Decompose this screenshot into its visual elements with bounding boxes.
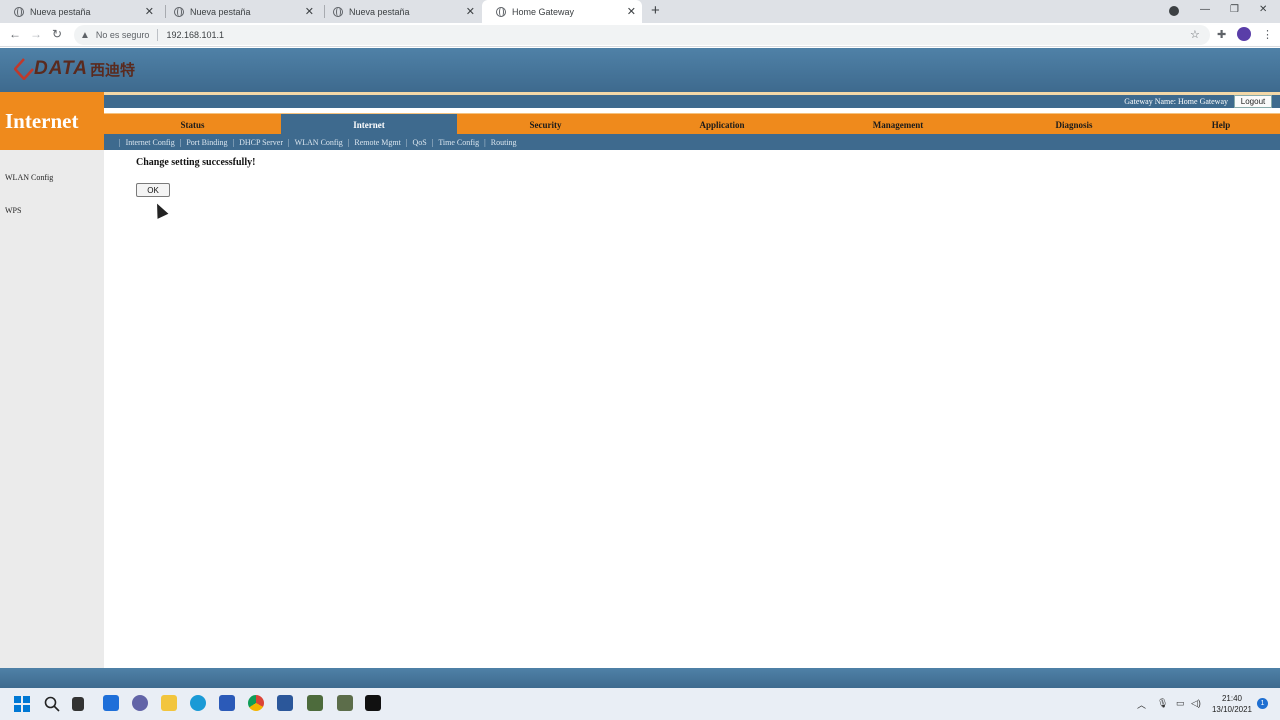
sub-nav: | Internet Config | Port Binding | DHCP Se… bbox=[104, 134, 1280, 150]
browser-tab[interactable]: Nueva pestaña ✕ bbox=[319, 0, 481, 23]
restore-icon[interactable]: ❐ bbox=[1230, 4, 1239, 15]
bookmark-star-icon[interactable]: ☆ bbox=[1190, 28, 1200, 41]
page-header: DATA 西迪特 bbox=[0, 48, 1280, 92]
subnav-routing[interactable]: Routing bbox=[491, 138, 517, 147]
close-window-icon[interactable]: ✕ bbox=[1259, 4, 1267, 15]
subnav-time-config[interactable]: Time Config bbox=[438, 138, 479, 147]
subnav-internet-config[interactable]: Internet Config bbox=[126, 138, 175, 147]
globe-icon bbox=[14, 6, 24, 17]
nav-internet[interactable]: Internet bbox=[281, 114, 457, 135]
browser-tab[interactable]: Nueva pestaña ✕ bbox=[0, 0, 160, 23]
tab-title: Nueva pestaña bbox=[190, 6, 251, 17]
logout-button[interactable]: Logout bbox=[1234, 95, 1272, 108]
notification-badge[interactable]: 1 bbox=[1257, 698, 1268, 709]
subnav-wlan-config[interactable]: WLAN Config bbox=[295, 138, 343, 147]
tab-title: Nueva pestaña bbox=[349, 6, 410, 17]
clock-time: 21:40 bbox=[1221, 694, 1243, 703]
chat-icon[interactable] bbox=[132, 695, 148, 711]
close-tab-icon[interactable]: ✕ bbox=[305, 5, 314, 18]
browser-tab-active[interactable]: Home Gateway ✕ bbox=[482, 0, 642, 23]
edge-icon[interactable] bbox=[190, 695, 206, 711]
clock-date: 13/10/2021 bbox=[1211, 705, 1253, 714]
back-icon[interactable]: ← bbox=[9, 27, 21, 41]
microphone-icon[interactable]: 🎙 bbox=[1157, 698, 1168, 709]
subnav-port-binding[interactable]: Port Binding bbox=[186, 138, 227, 147]
subnav-dhcp-server[interactable]: DHCP Server bbox=[239, 138, 283, 147]
nav-management[interactable]: Management bbox=[810, 114, 986, 135]
taskbar-clock[interactable]: 21:40 13/10/2021 bbox=[1208, 693, 1256, 715]
sidebar-item-wps[interactable]: WPS bbox=[5, 206, 21, 215]
page-footer bbox=[0, 668, 1280, 688]
address-bar[interactable]: ▲ No es seguro 192.168.101.1 bbox=[74, 25, 1210, 45]
gateway-name: Gateway Name: Home Gateway bbox=[1124, 97, 1228, 106]
app-icon[interactable] bbox=[307, 695, 323, 711]
store-icon[interactable] bbox=[219, 695, 235, 711]
profile-avatar[interactable] bbox=[1237, 27, 1251, 41]
logo-diamond-icon bbox=[14, 58, 34, 80]
mouse-cursor-icon bbox=[152, 202, 168, 218]
taskbar: ︿ 🎙 ▭ ◁) 21:40 13/10/2021 1 bbox=[0, 688, 1280, 720]
nav-diagnosis[interactable]: Diagnosis bbox=[986, 114, 1162, 135]
start-icon[interactable] bbox=[14, 696, 30, 712]
nav-security[interactable]: Security bbox=[457, 114, 634, 135]
nav-status[interactable]: Status bbox=[104, 114, 281, 135]
status-message: Change setting successfully! bbox=[136, 157, 256, 168]
search-icon[interactable] bbox=[44, 696, 60, 712]
url-text: 192.168.101.1 bbox=[166, 30, 224, 40]
globe-icon bbox=[333, 6, 343, 17]
globe-icon bbox=[174, 6, 184, 17]
brand-logo: DATA 西迪特 bbox=[14, 54, 135, 84]
browser-toolbar: ← → ↻ ▲ No es seguro 192.168.101.1 ☆ ✚ ⋮ bbox=[0, 23, 1280, 47]
nav-application[interactable]: Application bbox=[634, 114, 810, 135]
section-tab: Internet bbox=[0, 92, 104, 150]
tab-search-icon[interactable] bbox=[1169, 6, 1179, 16]
terminal-icon[interactable] bbox=[365, 695, 381, 711]
task-view-icon[interactable] bbox=[72, 697, 84, 711]
browser-tab[interactable]: Nueva pestaña ✕ bbox=[160, 0, 320, 23]
security-label: No es seguro bbox=[95, 30, 150, 40]
network-icon[interactable]: ▭ bbox=[1176, 698, 1185, 709]
nav-help[interactable]: Help bbox=[1162, 114, 1280, 135]
browser-tab-strip: Nueva pestaña ✕ Nueva pestaña ✕ Nueva pe… bbox=[0, 0, 1280, 23]
extensions-icon[interactable]: ✚ bbox=[1217, 28, 1226, 41]
forward-icon[interactable]: → bbox=[30, 27, 42, 41]
widgets-icon[interactable] bbox=[103, 695, 119, 711]
section-title: Internet bbox=[5, 109, 79, 133]
tray-chevron-icon[interactable]: ︿ bbox=[1137, 698, 1146, 711]
volume-icon[interactable]: ◁) bbox=[1191, 698, 1201, 709]
main-nav: Status Internet Security Application Man… bbox=[104, 113, 1280, 135]
menu-icon[interactable]: ⋮ bbox=[1262, 28, 1273, 41]
tab-title: Home Gateway bbox=[512, 6, 575, 17]
gateway-bar: Gateway Name: Home Gateway Logout bbox=[104, 92, 1280, 108]
logo-cn-text: 西迪特 bbox=[89, 61, 135, 79]
sidebar-item-wlan-config[interactable]: WLAN Config bbox=[5, 173, 53, 182]
tab-title: Nueva pestaña bbox=[30, 6, 91, 17]
sidebar: WLAN Config WPS bbox=[0, 150, 104, 668]
new-tab-icon[interactable]: + bbox=[651, 2, 660, 19]
chrome-icon[interactable] bbox=[248, 695, 264, 711]
logo-text: DATA bbox=[34, 58, 88, 79]
reload-icon[interactable]: ↻ bbox=[52, 27, 62, 41]
app-icon-2[interactable] bbox=[337, 695, 353, 711]
close-tab-icon[interactable]: ✕ bbox=[627, 5, 636, 18]
globe-icon bbox=[496, 6, 506, 17]
minimize-icon[interactable]: — bbox=[1200, 4, 1210, 15]
file-explorer-icon[interactable] bbox=[161, 695, 177, 711]
close-tab-icon[interactable]: ✕ bbox=[145, 5, 154, 18]
warning-icon: ▲ bbox=[80, 29, 90, 41]
subnav-remote-mgmt[interactable]: Remote Mgmt bbox=[354, 138, 400, 147]
close-tab-icon[interactable]: ✕ bbox=[466, 5, 475, 18]
ok-button[interactable]: OK bbox=[136, 183, 170, 197]
subnav-qos[interactable]: QoS bbox=[412, 138, 426, 147]
word-icon[interactable] bbox=[277, 695, 293, 711]
